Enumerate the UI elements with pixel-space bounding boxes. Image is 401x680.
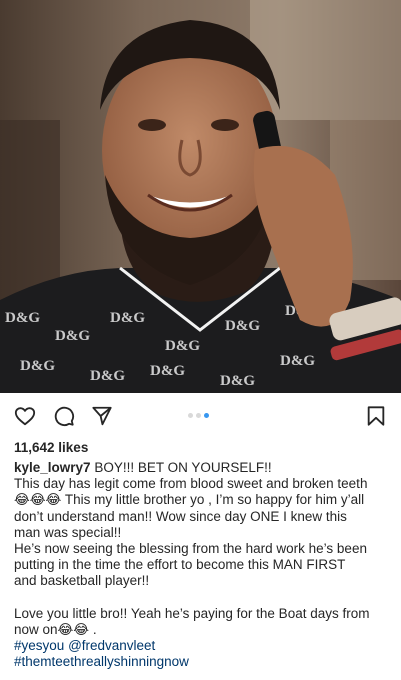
caption-line: and basketball player!! — [14, 573, 150, 589]
svg-text:D&G: D&G — [20, 358, 55, 374]
paper-plane-icon[interactable] — [91, 405, 113, 427]
svg-text:D&G: D&G — [150, 363, 185, 379]
hashtag-link[interactable]: #yesyou — [14, 638, 64, 653]
caption-tags-line: #yesyou @fredvanvleet — [14, 638, 394, 654]
photo-illustration: D&G D&G D&G D&G D&G D&G D&G D&G D&G D&G … — [0, 0, 401, 393]
caption-line: don’t understand man!! Wow since day ONE… — [14, 508, 347, 524]
caption-first-line: kyle_lowry7 BOY!!! BET ON YOURSELF!! — [14, 460, 394, 476]
svg-text:D&G: D&G — [165, 338, 200, 354]
caption-line: man was special!! — [14, 524, 122, 540]
bookmark-icon[interactable] — [365, 405, 387, 427]
caption-line: Love you little bro!! Yeah he’s paying f… — [14, 605, 370, 621]
carousel-indicator — [188, 413, 209, 418]
hashtag-link[interactable]: #themteethreallyshinningnow — [14, 654, 189, 669]
svg-text:D&G: D&G — [5, 310, 40, 326]
heart-icon[interactable] — [14, 405, 36, 427]
username-link[interactable]: kyle_lowry7 — [14, 460, 91, 475]
post-caption: kyle_lowry7 BOY!!! BET ON YOURSELF!! Thi… — [14, 460, 394, 670]
carousel-dot-active — [204, 413, 209, 418]
carousel-dot — [196, 413, 201, 418]
likes-count[interactable]: 11,642 likes — [14, 440, 88, 455]
post-action-bar — [0, 393, 401, 438]
carousel-dot — [188, 413, 193, 418]
caption-line: now on😂😂 . — [14, 621, 97, 637]
svg-text:D&G: D&G — [90, 368, 125, 384]
caption-line: BOY!!! BET ON YOURSELF!! — [90, 460, 272, 475]
caption-line: 😂😂😂 This my little brother yo , I’m so h… — [14, 492, 365, 508]
svg-text:D&G: D&G — [55, 328, 90, 344]
caption-tags-line: #themteethreallyshinningnow — [14, 654, 394, 670]
caption-line: This day has legit come from blood sweet… — [14, 476, 368, 492]
comment-icon[interactable] — [53, 405, 75, 427]
post-photo[interactable]: D&G D&G D&G D&G D&G D&G D&G D&G D&G D&G … — [0, 0, 401, 393]
caption-line: He’s now seeing the blessing from the ha… — [14, 541, 367, 557]
svg-text:D&G: D&G — [225, 318, 260, 334]
svg-text:D&G: D&G — [220, 373, 255, 389]
svg-text:D&G: D&G — [280, 353, 315, 369]
svg-text:D&G: D&G — [110, 310, 145, 326]
caption-line: putting in the time the effort to become… — [14, 557, 346, 573]
mention-link[interactable]: @fredvanvleet — [68, 638, 155, 653]
